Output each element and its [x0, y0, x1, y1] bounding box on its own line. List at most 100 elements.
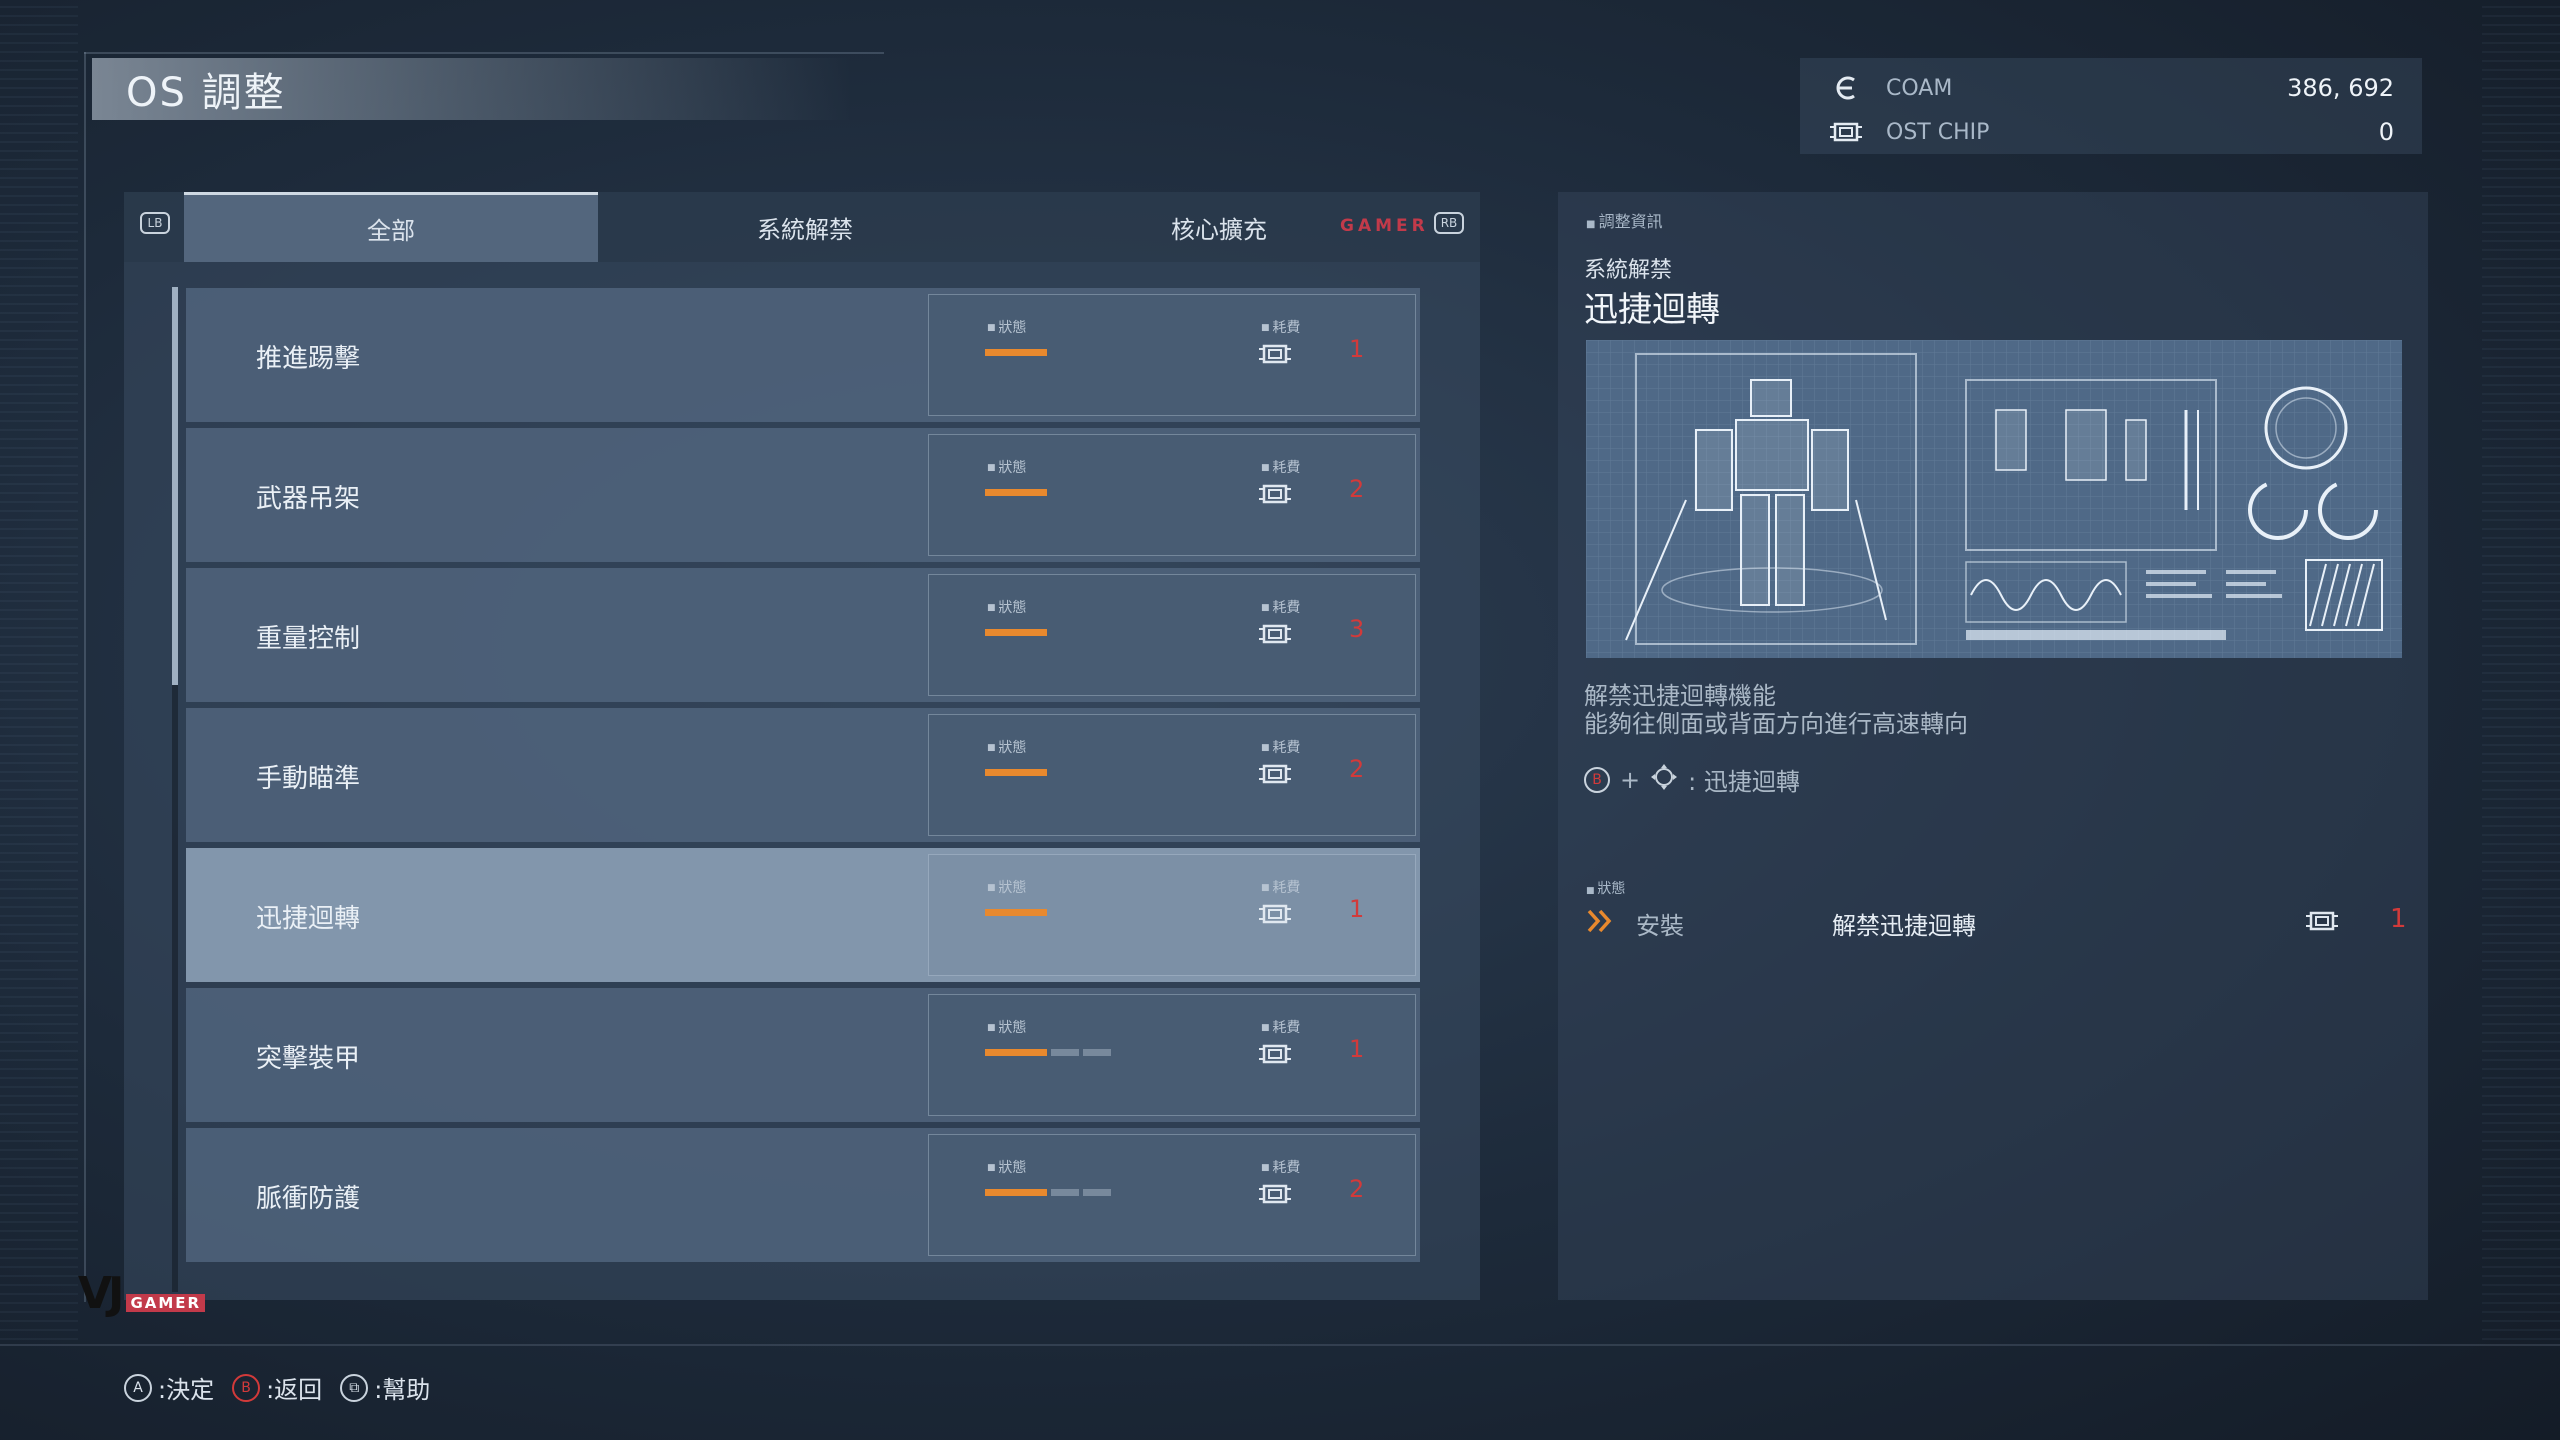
ost-chip-icon [1259, 763, 1291, 785]
level-bar-filled [985, 629, 1047, 636]
control-hint: B + : 迅捷迴轉 [1584, 762, 1800, 797]
os-list-item[interactable]: 迅捷迴轉 狀態 耗費 1 [186, 848, 1420, 982]
hint-help[interactable]: ⧉ :幫助 [340, 1370, 430, 1405]
lb-button-icon[interactable]: LB [140, 212, 170, 234]
os-item-name: 突擊裝甲 [256, 1044, 361, 1074]
hint-help-label: :幫助 [374, 1376, 431, 1404]
vj-gamer-logo: VJ GAMER [78, 1272, 206, 1316]
status-label: 狀態 [987, 877, 1026, 897]
level-bar-filled [985, 909, 1047, 916]
status-header: 狀態 [1586, 878, 1625, 898]
install-row: 安裝 解禁迅捷迴轉 1 [1586, 904, 2407, 944]
double-chevron-icon [1586, 908, 1614, 934]
hint-back-label: :返回 [266, 1376, 323, 1404]
level-bar-filled [985, 1189, 1047, 1196]
os-list-panel: LB 全部 系統解禁 核心擴充 GAMER RB 推進踢擊狀態耗費1武器吊架狀態… [124, 192, 1480, 1300]
cost-label: 耗費 [1261, 317, 1300, 337]
ost-chip-icon [1259, 483, 1291, 505]
level-bar-filled [985, 489, 1047, 496]
cost-value: 1 [1349, 895, 1365, 923]
os-item-info-box: 狀態 耗費 1 [928, 854, 1416, 976]
coam-row: COAM 386, 692 [1828, 66, 2394, 110]
button-hints: A :決定 B :返回 ⧉ :幫助 [124, 1370, 430, 1405]
footer-divider [0, 1344, 2560, 1346]
rb-button-icon[interactable]: RB [1434, 212, 1464, 234]
level-bars [985, 769, 1047, 776]
status-label: 狀態 [987, 1017, 1026, 1037]
tab-system-unlock[interactable]: 系統解禁 [598, 192, 1012, 262]
os-item-name: 武器吊架 [256, 484, 361, 514]
os-list-item[interactable]: 推進踢擊 狀態 耗費 1 [186, 288, 1420, 422]
ost-chip-icon [1828, 116, 1864, 148]
os-item-info-box: 狀態 耗費 2 [928, 1134, 1416, 1256]
a-button-icon: A [124, 1373, 152, 1402]
os-list-item[interactable]: 重量控制 狀態 耗費 3 [186, 568, 1420, 702]
title-bar: OS 調整 [92, 58, 852, 120]
os-item-info-box: 狀態 耗費 1 [928, 294, 1416, 416]
cost-label: 耗費 [1261, 877, 1300, 897]
level-bars [985, 909, 1047, 916]
hint-back[interactable]: B :返回 [232, 1370, 322, 1405]
left-stick-icon [1650, 763, 1678, 797]
level-bar-empty [1051, 1189, 1079, 1196]
os-item-info-box: 狀態 耗費 2 [928, 434, 1416, 556]
install-effect: 解禁迅捷迴轉 [1832, 912, 1976, 940]
detail-panel: 調整資訊 系統解禁 迅捷迴轉 [1558, 192, 2428, 1300]
level-bars [985, 629, 1047, 636]
level-bars [985, 1189, 1111, 1196]
os-item-name: 迅捷迴轉 [256, 904, 361, 934]
os-item-name: 推進踢擊 [256, 344, 361, 374]
chip-value: 0 [2378, 118, 2394, 146]
status-label: 狀態 [987, 317, 1026, 337]
coam-currency-icon [1828, 72, 1864, 104]
cost-value: 3 [1349, 615, 1365, 643]
b-button-icon: B [232, 1373, 261, 1402]
hint-confirm[interactable]: A :決定 [124, 1370, 214, 1405]
level-bars [985, 1049, 1111, 1056]
os-list-item[interactable]: 手動瞄準 狀態 耗費 2 [186, 708, 1420, 842]
cost-value: 1 [1349, 335, 1365, 363]
ost-chip-icon [1259, 623, 1291, 645]
chip-label: OST CHIP [1886, 119, 1990, 145]
cost-label: 耗費 [1261, 1017, 1300, 1037]
scrollbar-thumb[interactable] [172, 287, 178, 685]
hint-confirm-label: :決定 [158, 1376, 215, 1404]
detail-title: 迅捷迴轉 [1584, 290, 1720, 330]
left-edge-decoration [0, 0, 78, 1340]
os-list-item[interactable]: 武器吊架 狀態 耗費 2 [186, 428, 1420, 562]
os-list-item[interactable]: 脈衝防護 狀態 耗費 2 [186, 1128, 1420, 1262]
detail-category: 系統解禁 [1584, 258, 1673, 283]
level-bar-empty [1083, 1189, 1111, 1196]
detail-header: 調整資訊 [1586, 208, 1663, 232]
cost-value: 2 [1349, 1175, 1365, 1203]
cost-label: 耗費 [1261, 457, 1300, 477]
os-item-info-box: 狀態 耗費 1 [928, 994, 1416, 1116]
os-list-item[interactable]: 突擊裝甲 狀態 耗費 1 [186, 988, 1420, 1122]
currency-panel: COAM 386, 692 OST CHIP 0 [1800, 58, 2422, 154]
level-bars [985, 489, 1047, 496]
level-bar-filled [985, 1049, 1047, 1056]
coam-value: 386, 692 [2287, 74, 2394, 102]
tab-bar: LB 全部 系統解禁 核心擴充 GAMER RB [124, 192, 1480, 262]
ost-chip-icon [1259, 1183, 1291, 1205]
ost-chip-icon [1259, 903, 1291, 925]
control-text: : 迅捷迴轉 [1688, 768, 1800, 796]
ost-chip-icon [2306, 910, 2338, 932]
ost-chip-icon [1259, 1043, 1291, 1065]
level-bar-filled [985, 769, 1047, 776]
coam-label: COAM [1886, 75, 1953, 101]
frame-line-left [84, 52, 86, 1302]
level-bar-empty [1051, 1049, 1079, 1056]
ost-chip-icon [1259, 343, 1291, 365]
tab-all[interactable]: 全部 [184, 192, 598, 262]
status-label: 狀態 [987, 737, 1026, 757]
os-item-name: 脈衝防護 [256, 1184, 361, 1214]
cost-value: 2 [1349, 475, 1365, 503]
view-button-icon: ⧉ [340, 1373, 369, 1402]
logo-text: GAMER [126, 1294, 206, 1312]
install-cost: 1 [2390, 904, 2407, 934]
right-edge-decoration [2482, 0, 2560, 1340]
status-label: 狀態 [987, 1157, 1026, 1177]
os-item-info-box: 狀態 耗費 2 [928, 714, 1416, 836]
control-plus: + [1620, 765, 1641, 794]
